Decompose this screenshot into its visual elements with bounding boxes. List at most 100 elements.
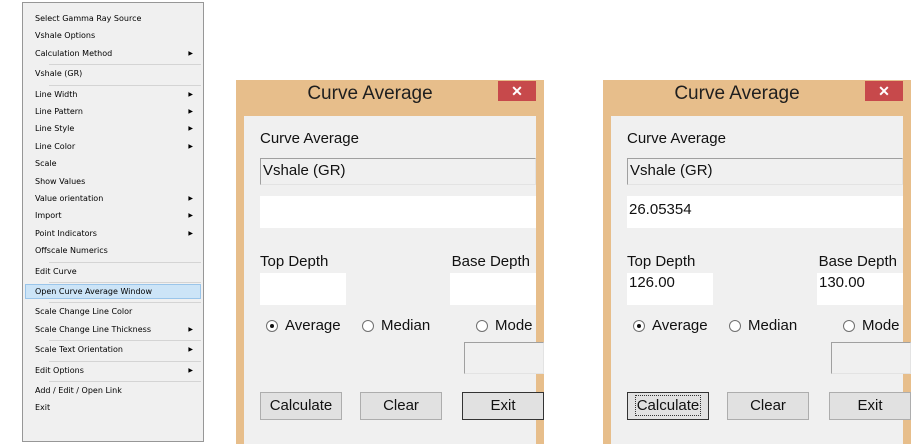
menu-item-label: Vshale (GR): [35, 69, 83, 79]
menu-item-label: Edit Options: [35, 365, 84, 375]
exit-button[interactable]: Exit: [829, 392, 911, 420]
curve-name-field: Vshale (GR): [260, 158, 536, 185]
result-field[interactable]: 26.05354: [627, 196, 903, 228]
top-depth-input[interactable]: 126.00: [627, 273, 713, 305]
calculate-button[interactable]: Calculate: [627, 392, 709, 420]
menu-item-label: Show Values: [35, 176, 86, 186]
submenu-arrow-icon: ▶: [188, 90, 193, 98]
mode-radio-label: Mode: [862, 317, 900, 334]
curve-average-label: Curve Average: [627, 130, 726, 147]
menu-item-label: Line Width: [35, 89, 78, 99]
dialog-client: Curve Average Vshale (GR) Top Depth Base…: [244, 116, 544, 444]
menu-item-label: Value orientation: [35, 194, 104, 203]
submenu-arrow-icon: ▶: [188, 195, 193, 202]
median-radio-label: Median: [381, 317, 431, 334]
menu-item-label: Scale Change Line Thickness: [35, 324, 151, 334]
menu-item-calculation-method[interactable]: Calculation Method ▶: [25, 46, 201, 61]
average-radio-label: Average: [285, 317, 341, 334]
menu-separator: [49, 261, 201, 263]
average-radio[interactable]: [633, 320, 645, 332]
menu-item-label: Point Indicators: [35, 228, 97, 238]
menu-item-line-pattern[interactable]: Line Pattern ▶: [25, 104, 201, 119]
menu-item-label: Scale Text Orientation: [35, 345, 123, 355]
menu-item-label: Open Curve Average Window: [35, 287, 152, 296]
curve-average-dialog-empty: Curve Average ✕ Curve Average Vshale (GR…: [236, 80, 544, 444]
menu-item-show-values[interactable]: Show Values: [25, 174, 201, 189]
menu-item-vshale-options[interactable]: Vshale Options: [25, 28, 201, 43]
menu-item-label: Calculation Method: [35, 48, 113, 58]
submenu-arrow-icon: ▶: [188, 346, 193, 354]
menu-item-label: Vshale Options: [35, 31, 96, 41]
menu-item-label: Import: [35, 211, 62, 221]
mode-radio[interactable]: [476, 320, 488, 332]
menu-item-select-gamma-ray-source[interactable]: Select Gamma Ray Source: [25, 11, 201, 26]
result-field[interactable]: [260, 196, 536, 228]
curve-average-dialog-filled: Curve Average ✕ Curve Average Vshale (GR…: [603, 80, 911, 444]
average-radio-label: Average: [652, 317, 708, 334]
menu-item-label: Line Style: [35, 124, 75, 134]
menu-item-vshale-gr[interactable]: Vshale (GR): [25, 66, 201, 81]
submenu-arrow-icon: ▶: [188, 49, 193, 57]
menu-item-label: Line Color: [35, 141, 76, 151]
menu-item-line-width[interactable]: Line Width ▶: [25, 87, 201, 102]
menu-item-import[interactable]: Import ▶: [25, 208, 201, 223]
menu-item-value-orientation[interactable]: Value orientation ▶: [25, 191, 201, 206]
context-menu: Select Gamma Ray Source Vshale Options Cal…: [22, 2, 204, 442]
base-depth-input[interactable]: [450, 273, 536, 305]
menu-separator: [49, 340, 201, 342]
menu-item-line-style[interactable]: Line Style ▶: [25, 121, 201, 136]
menu-item-point-indicators[interactable]: Point Indicators ▶: [25, 226, 201, 241]
submenu-arrow-icon: ▶: [188, 108, 193, 115]
menu-item-label: Offscale Numerics: [35, 246, 108, 256]
median-radio[interactable]: [729, 320, 741, 332]
menu-item-label: Exit: [35, 403, 51, 413]
menu-item-scale-change-line-color[interactable]: Scale Change Line Color: [25, 304, 201, 319]
median-radio[interactable]: [362, 320, 374, 332]
clear-button[interactable]: Clear: [727, 392, 809, 420]
close-button[interactable]: ✕: [865, 81, 903, 101]
submenu-arrow-icon: ▶: [188, 142, 193, 150]
menu-item-label: Scale: [35, 159, 57, 169]
menu-item-label: Edit Curve: [35, 266, 77, 276]
menu-item-scale-change-line-thickness[interactable]: Scale Change Line Thickness ▶: [25, 322, 201, 337]
menu-item-label: Scale Change Line Color: [35, 307, 133, 317]
menu-separator: [49, 282, 201, 283]
menu-separator: [49, 302, 201, 304]
top-depth-input[interactable]: [260, 273, 346, 305]
curve-name-field: Vshale (GR): [627, 158, 903, 185]
menu-item-edit-options[interactable]: Edit Options ▶: [25, 363, 201, 378]
base-depth-label: Base Depth: [818, 253, 897, 270]
menu-item-line-color[interactable]: Line Color ▶: [25, 139, 201, 154]
menu-item-label: Line Pattern: [35, 107, 83, 116]
menu-separator: [49, 360, 201, 362]
median-radio-label: Median: [748, 317, 798, 334]
calculate-button[interactable]: Calculate: [260, 392, 342, 420]
menu-item-add-edit-open-link[interactable]: Add / Edit / Open Link: [25, 383, 201, 398]
menu-item-edit-curve[interactable]: Edit Curve: [25, 264, 201, 279]
mode-value-field: [464, 342, 544, 374]
menu-separator: [49, 381, 201, 382]
menu-item-label: Add / Edit / Open Link: [35, 386, 122, 395]
average-radio[interactable]: [266, 320, 278, 332]
mode-radio[interactable]: [843, 320, 855, 332]
clear-button[interactable]: Clear: [360, 392, 442, 420]
submenu-arrow-icon: ▶: [188, 366, 193, 374]
menu-item-scale[interactable]: Scale: [25, 156, 201, 171]
top-depth-label: Top Depth: [260, 253, 329, 270]
menu-item-open-curve-average-window[interactable]: Open Curve Average Window: [25, 284, 201, 299]
menu-item-scale-text-orientation[interactable]: Scale Text Orientation ▶: [25, 342, 201, 357]
exit-button[interactable]: Exit: [462, 392, 544, 420]
submenu-arrow-icon: ▶: [188, 212, 193, 220]
mode-value-field: [831, 342, 911, 374]
menu-item-label: Select Gamma Ray Source: [35, 14, 142, 23]
menu-separator: [49, 84, 201, 86]
menu-item-offscale-numerics[interactable]: Offscale Numerics: [25, 243, 201, 258]
top-depth-label: Top Depth: [627, 253, 696, 270]
base-depth-input[interactable]: 130.00: [817, 273, 903, 305]
close-button[interactable]: ✕: [498, 81, 536, 101]
menu-item-exit[interactable]: Exit: [25, 400, 201, 415]
base-depth-label: Base Depth: [451, 253, 530, 270]
mode-radio-label: Mode: [495, 317, 533, 334]
dialog-client: Curve Average Vshale (GR) 26.05354 Top D…: [611, 116, 911, 444]
menu-separator: [49, 64, 201, 66]
